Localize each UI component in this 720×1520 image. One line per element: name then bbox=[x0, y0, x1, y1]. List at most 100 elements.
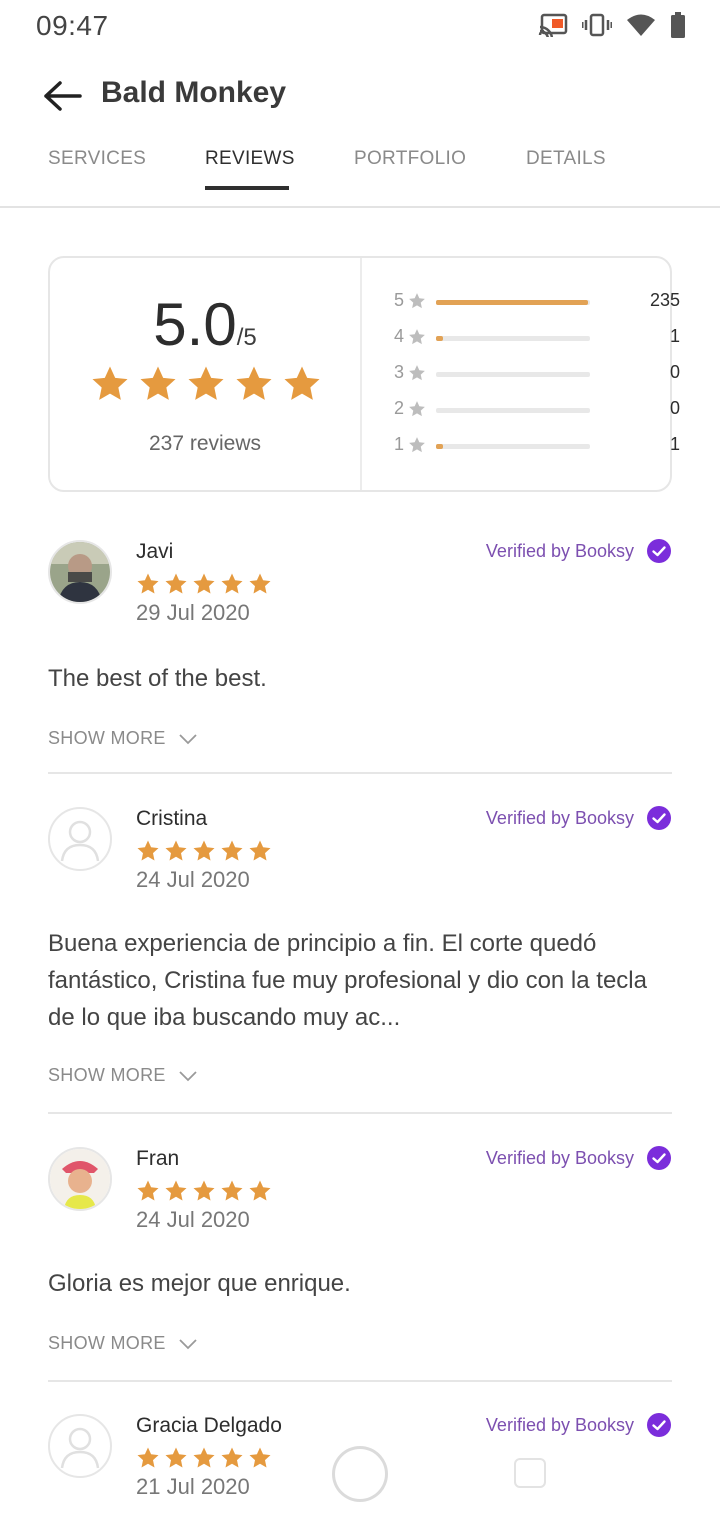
show-more-label: SHOW MORE bbox=[48, 1333, 166, 1353]
review-stars bbox=[136, 1179, 272, 1203]
active-tab-indicator bbox=[205, 186, 289, 190]
check-circle-icon bbox=[647, 1146, 671, 1170]
show-more-button[interactable]: SHOW MORE bbox=[48, 728, 198, 749]
back-button[interactable] bbox=[40, 74, 84, 118]
star-icon bbox=[236, 366, 272, 400]
verified-badge: Verified by Booksy bbox=[486, 538, 672, 564]
home-button[interactable] bbox=[332, 1446, 388, 1502]
star-icon bbox=[137, 840, 159, 861]
recents-button[interactable] bbox=[514, 1458, 546, 1488]
star-icon bbox=[284, 366, 320, 400]
status-time: 09:47 bbox=[36, 10, 109, 41]
user-photo-avatar bbox=[50, 542, 110, 602]
tab-details[interactable]: DETAILS bbox=[526, 148, 606, 192]
review-date: 24 Jul 2020 bbox=[136, 867, 250, 892]
user-photo-avatar bbox=[50, 1149, 110, 1209]
verified-badge: Verified by Booksy bbox=[486, 1145, 672, 1171]
verified-label: Verified by Booksy bbox=[485, 807, 634, 828]
show-more-button[interactable]: SHOW MORE bbox=[48, 1333, 198, 1354]
star-icon bbox=[188, 366, 224, 400]
star-icon bbox=[137, 573, 159, 594]
review-date: 29 Jul 2020 bbox=[136, 600, 250, 625]
reviewer-name: Fran bbox=[136, 1147, 180, 1170]
review-divider bbox=[48, 772, 672, 774]
cast-icon bbox=[538, 13, 568, 37]
status-icons bbox=[538, 12, 686, 38]
star-icon bbox=[165, 1180, 187, 1201]
show-more-label: SHOW MORE bbox=[48, 728, 166, 748]
review-text: Buena experiencia de principio a fin. El… bbox=[48, 930, 647, 1031]
distribution-row: 41 bbox=[390, 324, 680, 352]
distribution-star-level: 2 bbox=[394, 398, 405, 418]
arrow-left-icon bbox=[44, 81, 82, 111]
rating-score-max: /5 bbox=[236, 324, 257, 351]
distribution-row: 30 bbox=[390, 360, 680, 388]
rating-score: 5.0/5 bbox=[50, 290, 360, 359]
distribution-count: 235 bbox=[649, 290, 680, 310]
show-more-label: SHOW MORE bbox=[48, 1065, 166, 1085]
rating-stars bbox=[90, 364, 322, 404]
star-icon bbox=[92, 366, 128, 400]
star-icon bbox=[221, 840, 243, 861]
user-placeholder-icon bbox=[60, 820, 100, 862]
check-circle-icon bbox=[647, 539, 671, 563]
star-icon bbox=[193, 1180, 215, 1201]
verified-label: Verified by Booksy bbox=[485, 540, 634, 561]
rating-summary-card: 5.0/5 237 reviews 5 235 4 1 3 0 2 0 1 1 bbox=[48, 256, 680, 492]
star-icon bbox=[165, 573, 187, 594]
reviewer-name: Javi bbox=[136, 540, 174, 563]
check-circle-icon bbox=[647, 1413, 671, 1437]
verified-label: Verified by Booksy bbox=[485, 1414, 634, 1435]
show-more-button[interactable]: SHOW MORE bbox=[48, 1065, 198, 1086]
tab-services[interactable]: SERVICES bbox=[48, 148, 146, 192]
wifi-icon bbox=[626, 13, 656, 37]
battery-icon bbox=[670, 12, 686, 38]
star-icon bbox=[140, 366, 176, 400]
reviews-count: 237 reviews bbox=[148, 432, 262, 455]
distribution-star-level: 4 bbox=[394, 326, 405, 346]
review-stars bbox=[136, 839, 272, 863]
distribution-bar-fill bbox=[436, 444, 443, 449]
distribution-bar-track bbox=[436, 408, 590, 413]
review-text: Gloria es mejor que enrique. bbox=[48, 1270, 351, 1297]
verified-badge: Verified by Booksy bbox=[486, 1412, 672, 1438]
star-icon bbox=[165, 840, 187, 861]
chevron-down-icon bbox=[179, 1338, 197, 1349]
verified-label: Verified by Booksy bbox=[485, 1147, 634, 1168]
review-divider bbox=[48, 1380, 672, 1382]
distribution-bar-track bbox=[436, 336, 590, 341]
distribution-row: 20 bbox=[390, 396, 680, 424]
star-icon bbox=[409, 293, 425, 309]
distribution-bar-track bbox=[436, 300, 590, 305]
distribution-star-level: 3 bbox=[394, 362, 405, 382]
distribution-bar-fill bbox=[436, 336, 443, 341]
reviewer-avatar bbox=[48, 540, 112, 604]
reviewer-name: Gracia Delgado bbox=[136, 1414, 282, 1437]
review-text: The best of the best. bbox=[48, 665, 267, 692]
review-divider bbox=[48, 1112, 672, 1114]
star-icon bbox=[137, 1180, 159, 1201]
tab-portfolio[interactable]: PORTFOLIO bbox=[354, 148, 466, 192]
check-circle-icon bbox=[647, 806, 671, 830]
verified-badge: Verified by Booksy bbox=[486, 805, 672, 831]
reviewer-avatar bbox=[48, 807, 112, 871]
distribution-row: 11 bbox=[390, 432, 680, 460]
chevron-down-icon bbox=[179, 733, 197, 744]
distribution-bar-track bbox=[436, 372, 590, 377]
star-icon bbox=[249, 1180, 271, 1201]
distribution-row: 5 235 bbox=[390, 288, 680, 316]
distribution-count: 1 bbox=[669, 326, 680, 346]
star-icon bbox=[249, 840, 271, 861]
distribution-bar-fill bbox=[436, 300, 589, 305]
distribution-bar-track bbox=[436, 444, 590, 449]
star-icon bbox=[409, 365, 425, 381]
rating-score-value: 5.0 bbox=[153, 291, 237, 358]
distribution-star-level: 1 bbox=[394, 434, 405, 454]
star-icon bbox=[249, 573, 271, 594]
star-icon bbox=[409, 437, 425, 453]
reviewer-name: Cristina bbox=[136, 807, 208, 830]
star-icon bbox=[409, 401, 425, 417]
vibrate-icon bbox=[582, 13, 612, 37]
distribution-count: 0 bbox=[669, 398, 680, 418]
review-stars bbox=[136, 572, 272, 596]
